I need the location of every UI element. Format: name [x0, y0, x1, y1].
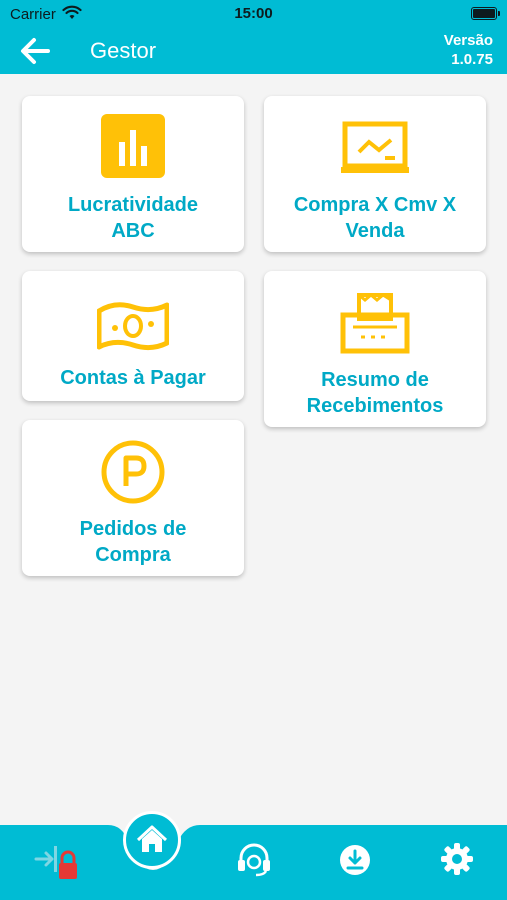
label-line-1: Lucratividade [67, 194, 199, 216]
logout-lock-icon[interactable] [34, 843, 80, 888]
menu-card-label: Contas à Pagar [28, 365, 238, 391]
menu-card-label: Pedidos de Compra [28, 516, 238, 568]
menu-card-lucratividade-abc[interactable]: Lucratividade ABC [22, 96, 244, 252]
status-time: 15:00 [234, 5, 273, 22]
label-line-1: Compra X Cmv X [293, 194, 457, 216]
status-bar: Carrier 15:00 [0, 0, 507, 28]
banknote-icon [96, 297, 170, 361]
menu-card-pedidos-de-compra[interactable]: Pedidos de Compra [22, 420, 244, 576]
page-title: Gestor [90, 38, 157, 63]
label-line-1: Resumo de [321, 369, 429, 391]
menu-card-label: Resumo de Recebimentos [270, 367, 480, 419]
menu-card-compra-cmv-venda[interactable]: Compra X Cmv X Venda [264, 96, 486, 252]
label-line-2: Compra [95, 544, 171, 566]
label-line-2: ABC [111, 220, 155, 242]
menu-card-contas-a-pagar[interactable]: Contas à Pagar [22, 271, 244, 401]
home-icon[interactable] [123, 811, 181, 869]
menu-card-label: Lucratividade ABC [28, 192, 238, 244]
label-line-2: Venda [345, 220, 405, 242]
parking-circle-icon [97, 440, 169, 504]
label-line-1: Pedidos de [79, 518, 187, 540]
menu-card-label: Compra X Cmv X Venda [270, 192, 480, 244]
support-headset-icon[interactable] [236, 843, 272, 882]
bottom-navigation [0, 811, 507, 900]
version-number: 1.0.75 [451, 51, 493, 68]
version-label: Versão [443, 32, 493, 49]
menu-card-resumo-recebimentos[interactable]: Resumo de Recebimentos [264, 271, 486, 427]
label-line-2: Recebimentos [306, 395, 444, 417]
receipt-printer-icon [339, 293, 411, 357]
battery-icon [471, 7, 500, 20]
line-chart-monitor-icon [339, 120, 411, 184]
version-info: Versão 1.0.75 [444, 31, 493, 69]
label-line-1: Contas à Pagar [60, 367, 206, 389]
app-header: Gestor Versão 1.0.75 [0, 28, 507, 74]
bar-chart-icon [97, 114, 169, 178]
back-arrow-icon[interactable] [18, 36, 52, 66]
settings-gear-icon[interactable] [439, 841, 475, 882]
download-icon[interactable] [338, 843, 372, 882]
